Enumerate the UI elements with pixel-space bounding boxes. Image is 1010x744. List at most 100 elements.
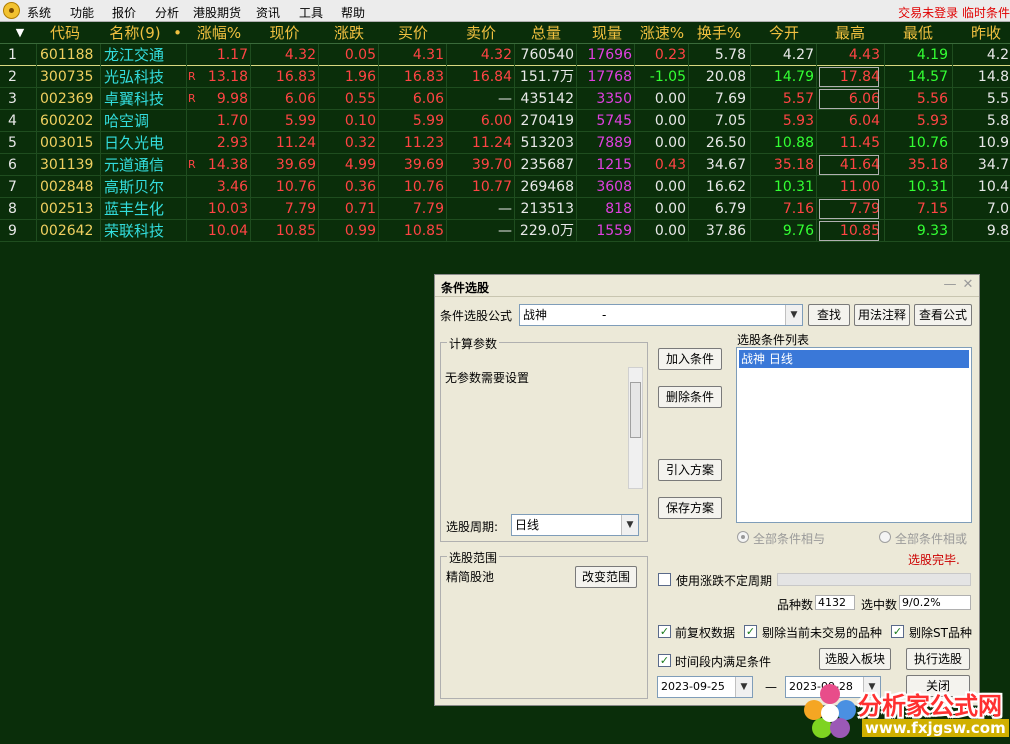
- menu-news[interactable]: 资讯: [256, 4, 280, 21]
- cell-code[interactable]: 301139: [40, 154, 98, 176]
- menu-tools[interactable]: 工具: [299, 4, 323, 21]
- cell-bid: 16.83: [403, 69, 444, 85]
- table-row[interactable]: 5 003015 日久光电 2.93 11.24 0.32 11.23 11.24 513203…: [0, 132, 1010, 154]
- cell-name[interactable]: 元道通信: [104, 154, 176, 176]
- column-separator: [318, 220, 319, 242]
- prior-adjust-checkbox[interactable]: ✓: [658, 625, 671, 638]
- time-range-checkbox[interactable]: ✓: [658, 654, 671, 667]
- chevron-down-icon[interactable]: ▼: [621, 515, 638, 535]
- menu-analysis[interactable]: 分析: [155, 4, 179, 21]
- col-code[interactable]: 代码: [40, 22, 90, 44]
- table-row[interactable]: 3 002369 卓翼科技 R 9.98 6.06 0.55 6.06 — 435142 3350 0…: [0, 88, 1010, 110]
- cell-code[interactable]: 002369: [40, 88, 98, 110]
- save-plan-button[interactable]: 保存方案: [658, 497, 722, 519]
- table-row[interactable]: 6 301139 元道通信 R 14.38 39.69 4.99 39.69 39.70 2356…: [0, 154, 1010, 176]
- column-separator: [634, 154, 635, 176]
- find-button[interactable]: 查找: [808, 304, 850, 326]
- chevron-down-icon[interactable]: ▼: [735, 677, 752, 697]
- remove-untraded-checkbox[interactable]: ✓: [744, 625, 757, 638]
- cell-r: R: [188, 158, 196, 171]
- col-high[interactable]: 最高: [818, 22, 882, 44]
- table-row[interactable]: 9 002642 荣联科技 10.04 10.85 0.99 10.85 — 229.0万 155…: [0, 220, 1010, 242]
- col-open[interactable]: 今开: [752, 22, 816, 44]
- login-status[interactable]: 交易未登录 临时条件: [898, 4, 1010, 21]
- date-from-field[interactable]: 2023-09-25 ▼: [657, 676, 753, 698]
- cell-name[interactable]: 卓翼科技: [104, 88, 176, 110]
- formula-select[interactable]: 战神 - ▼: [519, 304, 803, 326]
- col-price[interactable]: 现价: [252, 22, 317, 44]
- column-separator: [688, 220, 689, 242]
- usage-notes-button[interactable]: 用法注释: [854, 304, 910, 326]
- col-current-volume[interactable]: 现量: [578, 22, 636, 44]
- cell-code[interactable]: 002642: [40, 220, 98, 242]
- column-separator: [576, 220, 577, 242]
- table-row[interactable]: 1 601188 龙江交通 1.17 4.32 0.05 4.31 4.32 760540 176…: [0, 44, 1010, 66]
- dialog-title-text: 条件选股: [441, 281, 490, 295]
- close-icon[interactable]: ✕: [961, 278, 975, 292]
- to-block-button[interactable]: 选股入板块: [819, 648, 891, 670]
- cell-bid: 39.69: [403, 157, 444, 173]
- cell-high: 6.06: [818, 88, 880, 110]
- sort-arrow-icon[interactable]: ▼: [10, 22, 30, 44]
- cell-code[interactable]: 003015: [40, 132, 98, 154]
- cell-name[interactable]: 光弘科技: [104, 66, 176, 88]
- condition-list-item[interactable]: 战神 日线: [739, 350, 969, 368]
- scrollbar-thumb[interactable]: [630, 382, 641, 438]
- delete-condition-button[interactable]: 删除条件: [658, 386, 722, 408]
- menu-hk-futures[interactable]: 港股期货: [193, 4, 241, 21]
- cell-name[interactable]: 高斯贝尔: [104, 176, 176, 198]
- table-row[interactable]: 7 002848 高斯贝尔 3.46 10.76 0.36 10.76 10.77 269468…: [0, 176, 1010, 198]
- column-separator: [750, 154, 751, 176]
- cell-code[interactable]: 600202: [40, 110, 98, 132]
- column-separator: [36, 132, 37, 154]
- col-volume[interactable]: 总量: [516, 22, 576, 44]
- cell-r: [188, 220, 200, 242]
- cell-name[interactable]: 荣联科技: [104, 220, 176, 242]
- execute-button[interactable]: 执行选股: [906, 648, 970, 670]
- add-condition-button[interactable]: 加入条件: [658, 348, 722, 370]
- cell-name[interactable]: 龙江交通: [104, 44, 176, 66]
- cell-turn: 37.86: [705, 223, 746, 239]
- col-name[interactable]: 名称(9): [100, 22, 170, 44]
- minimize-icon[interactable]: —: [943, 278, 957, 292]
- cell-name[interactable]: 蓝丰生化: [104, 198, 176, 220]
- radio-and[interactable]: [737, 531, 749, 543]
- col-prev-close[interactable]: 昨收: [954, 22, 1010, 44]
- cell-vol: 269468: [520, 179, 574, 195]
- change-range-button[interactable]: 改变范围: [575, 566, 637, 588]
- menu-function[interactable]: 功能: [70, 4, 94, 21]
- col-bid[interactable]: 买价: [380, 22, 446, 44]
- remove-st-checkbox[interactable]: ✓: [891, 625, 904, 638]
- col-speed[interactable]: 涨速%: [636, 22, 688, 44]
- variable-period-checkbox[interactable]: [658, 573, 671, 586]
- cell-code[interactable]: 002848: [40, 176, 98, 198]
- col-turnover[interactable]: 换手%: [690, 22, 748, 44]
- col-change[interactable]: 涨跌: [320, 22, 378, 44]
- menu-help[interactable]: 帮助: [341, 4, 365, 21]
- cell-vol: 270419: [520, 113, 574, 129]
- menu-system[interactable]: 系统: [27, 4, 51, 21]
- app-logo-icon[interactable]: [3, 2, 20, 19]
- cell-prev: 9.86: [986, 223, 1010, 239]
- cell-code[interactable]: 300735: [40, 66, 98, 88]
- cell-name[interactable]: 哈空调: [104, 110, 176, 132]
- menu-quote[interactable]: 报价: [112, 4, 136, 21]
- import-plan-button[interactable]: 引入方案: [658, 459, 722, 481]
- col-low[interactable]: 最低: [886, 22, 950, 44]
- table-row[interactable]: 8 002513 蓝丰生化 10.03 7.79 0.71 7.79 — 213513 818 0.…: [0, 198, 1010, 220]
- cell-name[interactable]: 日久光电: [104, 132, 176, 154]
- params-scrollbar[interactable]: [628, 367, 643, 489]
- column-separator: [250, 132, 251, 154]
- radio-or[interactable]: [879, 531, 891, 543]
- view-formula-button[interactable]: 查看公式: [914, 304, 972, 326]
- table-row[interactable]: 2 300735 光弘科技 R 13.18 16.83 1.96 16.83 16.84 151.…: [0, 66, 1010, 88]
- condition-list[interactable]: 战神 日线: [736, 347, 972, 523]
- cell-code[interactable]: 002513: [40, 198, 98, 220]
- period-select[interactable]: 日线 ▼: [511, 514, 639, 536]
- cell-code[interactable]: 601188: [40, 44, 98, 66]
- chevron-down-icon[interactable]: ▼: [785, 305, 802, 325]
- col-change-pct[interactable]: 涨幅%: [188, 22, 250, 44]
- table-row[interactable]: 4 600202 哈空调 1.70 5.99 0.10 5.99 6.00 270419 5745…: [0, 110, 1010, 132]
- col-ask[interactable]: 卖价: [448, 22, 514, 44]
- cell-low: 5.56: [916, 91, 948, 107]
